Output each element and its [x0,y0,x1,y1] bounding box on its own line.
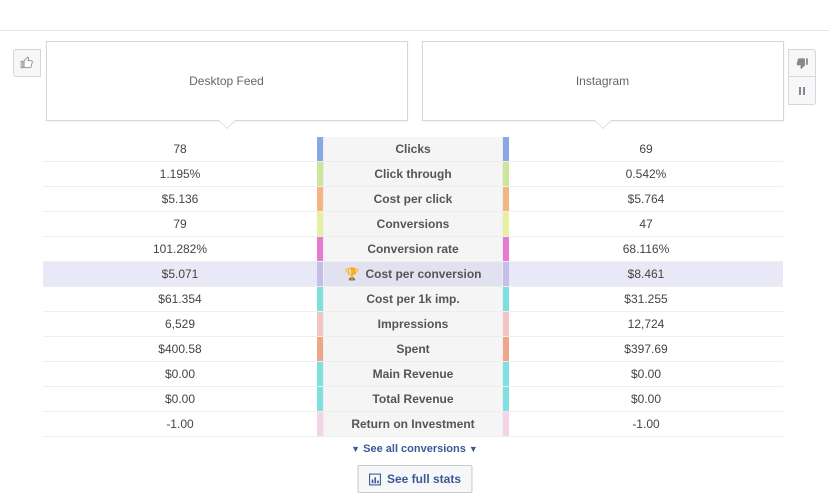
panel-label: Desktop Feed [189,74,264,88]
metric-label: Spent [323,337,503,361]
table-row: $0.00Main Revenue$0.00 [43,362,783,387]
metric-value-right: 47 [503,212,783,236]
metric-value-left: 101.282% [43,237,323,261]
metric-value-right: $0.00 [503,387,783,411]
metric-value-right: $8.461 [503,262,783,286]
metric-value-right: 69 [503,137,783,161]
metric-value-left: $0.00 [43,387,323,411]
metric-value-right: 12,724 [503,312,783,336]
bar-chart-icon [368,473,381,486]
metric-value-right: $31.255 [503,287,783,311]
metric-label: Total Revenue [323,387,503,411]
metric-label: 🏆Cost per conversion [323,262,503,286]
metric-value-left: $61.354 [43,287,323,311]
metric-value-left: -1.00 [43,412,323,436]
metric-value-right: $0.00 [503,362,783,386]
chevron-down-icon: ▼ [351,444,360,454]
table-row: $0.00Total Revenue$0.00 [43,387,783,412]
table-row: $400.58Spent$397.69 [43,337,783,362]
metric-value-right: -1.00 [503,412,783,436]
metric-value-left: 6,529 [43,312,323,336]
metric-label: Click through [323,162,503,186]
metric-value-left: $5.136 [43,187,323,211]
panel-instagram[interactable]: Instagram [422,41,784,121]
table-row: 6,529Impressions12,724 [43,312,783,337]
metric-value-left: $400.58 [43,337,323,361]
panel-desktop-feed[interactable]: Desktop Feed [46,41,408,121]
table-row: 78Clicks69 [43,137,783,162]
table-row: $61.354Cost per 1k imp.$31.255 [43,287,783,312]
see-all-conversions-link[interactable]: ▼ See all conversions ▼ [0,443,829,455]
metric-value-left: $0.00 [43,362,323,386]
comparison-table: 78Clicks691.195%Click through0.542%$5.13… [43,137,783,437]
metric-label: Main Revenue [323,362,503,386]
table-row: -1.00Return on Investment-1.00 [43,412,783,437]
trophy-icon: 🏆 [345,267,360,281]
metric-value-left: 79 [43,212,323,236]
table-row: 101.282%Conversion rate68.116% [43,237,783,262]
metric-label: Conversions [323,212,503,236]
metric-label: Return on Investment [323,412,503,436]
metric-value-left: 78 [43,137,323,161]
metric-label: Conversion rate [323,237,503,261]
table-row: $5.136Cost per click$5.764 [43,187,783,212]
link-text: See all conversions [363,443,466,455]
metric-value-left: 1.195% [43,162,323,186]
metric-label: Cost per 1k imp. [323,287,503,311]
metric-label: Cost per click [323,187,503,211]
button-label: See full stats [387,472,461,486]
metric-value-right: $397.69 [503,337,783,361]
metric-label: Clicks [323,137,503,161]
metric-value-right: $5.764 [503,187,783,211]
metric-value-right: 0.542% [503,162,783,186]
table-row: 79Conversions47 [43,212,783,237]
panel-label: Instagram [576,74,629,88]
metric-value-right: 68.116% [503,237,783,261]
table-row: $5.071🏆Cost per conversion$8.461 [43,262,783,287]
table-row: 1.195%Click through0.542% [43,162,783,187]
chevron-down-icon: ▼ [469,444,478,454]
metric-label: Impressions [323,312,503,336]
see-full-stats-button[interactable]: See full stats [357,465,472,493]
metric-value-left: $5.071 [43,262,323,286]
